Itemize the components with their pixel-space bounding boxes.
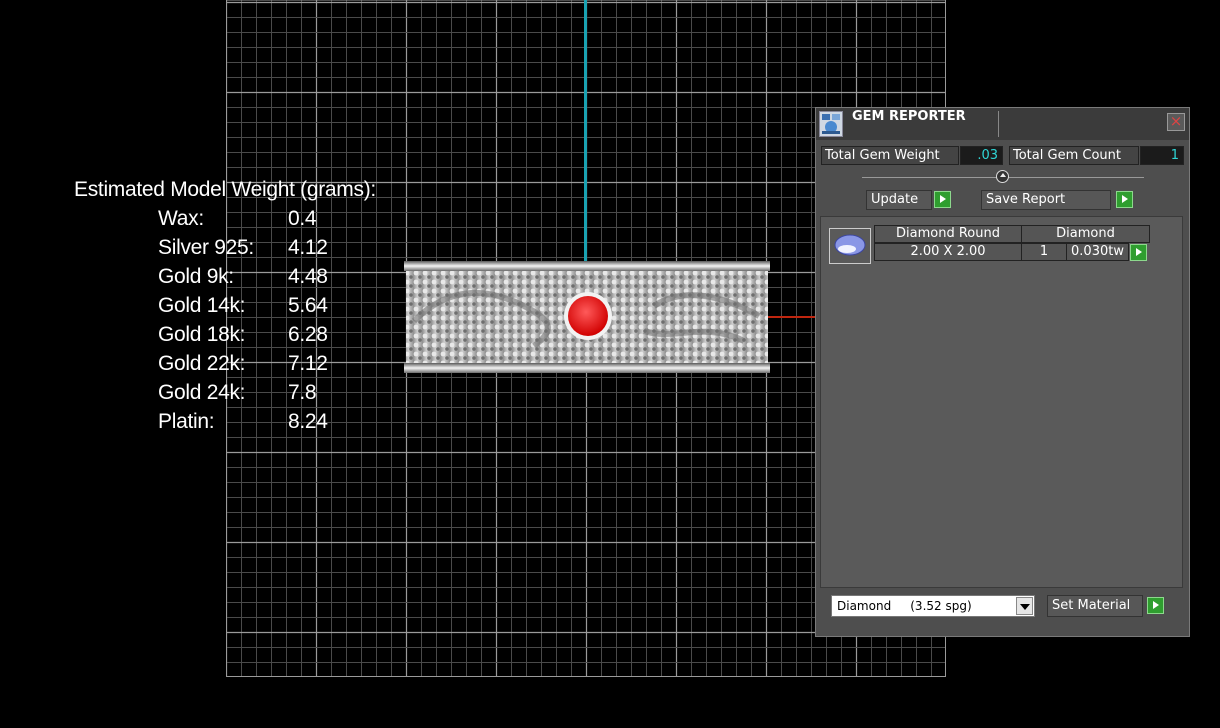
weight-row-label: Wax: (158, 207, 204, 230)
gem-thumbnail-icon (829, 228, 871, 264)
save-report-go-icon[interactable] (1116, 191, 1133, 208)
weight-row-label: Silver 925: (158, 236, 254, 259)
gem-reporter-app-icon (819, 111, 843, 137)
weight-row-label: Gold 14k: (158, 294, 246, 317)
chevron-down-icon[interactable] (1016, 597, 1033, 615)
weight-row-label: Platin: (158, 410, 215, 433)
weight-row-label: Gold 9k: (158, 265, 234, 288)
weight-title: Estimated Model Weight (grams): (74, 178, 376, 201)
weight-row-label: Gold 24k: (158, 381, 246, 404)
weight-row-value: 4.48 (288, 265, 328, 288)
weight-row-value: 5.64 (288, 294, 328, 317)
total-gem-count-label: Total Gem Count (1009, 146, 1139, 165)
total-gem-weight-label: Total Gem Weight (821, 146, 959, 165)
weight-row: Gold 14k: 5.64 (158, 291, 328, 320)
ring-model[interactable] (404, 261, 770, 373)
title-separator (998, 111, 999, 137)
gem-reporter-panel: GEM REPORTER × Total Gem Weight .03 Tota… (815, 107, 1190, 637)
weight-row-value: 8.24 (288, 410, 328, 433)
update-go-icon[interactable] (934, 191, 951, 208)
save-report-button[interactable]: Save Report (981, 190, 1111, 210)
gem-list: Diamond Round 2.00 X 2.00 Diamond 1 0.03… (820, 216, 1183, 588)
weight-row-value: 6.28 (288, 323, 328, 346)
weight-row: Silver 925: 4.12 (158, 233, 328, 262)
gem-count-cell: 1 (1021, 243, 1067, 261)
weight-row-value: 7.8 (288, 381, 317, 404)
weight-table: Wax: 0.4 Silver 925: 4.12 Gold 9k: 4.48 Gold 1… (158, 204, 328, 436)
weight-row: Gold 18k: 6.28 (158, 320, 328, 349)
total-gem-count-value: 1 (1140, 146, 1184, 165)
set-material-button[interactable]: Set Material (1047, 595, 1143, 617)
weight-row: Wax: 0.4 (158, 204, 328, 233)
weight-row: Gold 24k: 7.8 (158, 378, 328, 407)
weight-row-value: 0.4 (288, 207, 317, 230)
material-select[interactable]: Diamond (3.52 spg) (831, 595, 1035, 617)
weight-row: Gold 9k: 4.48 (158, 262, 328, 291)
update-button[interactable]: Update (866, 190, 932, 210)
weight-row-value: 7.12 (288, 352, 328, 375)
gem-weight-cell: 0.030tw (1066, 243, 1129, 261)
panel-title: GEM REPORTER (852, 109, 966, 124)
horizontal-axis (766, 316, 818, 318)
weight-row: Gold 22k: 7.12 (158, 349, 328, 378)
gem-material-cell: Diamond (1021, 225, 1150, 243)
panel-titlebar[interactable]: GEM REPORTER × (816, 108, 1189, 140)
gem-shape-cell: Diamond Round (874, 225, 1022, 243)
weight-row-label: Gold 22k: (158, 352, 246, 375)
total-gem-weight-value: .03 (960, 146, 1003, 165)
slider-handle[interactable] (996, 170, 1009, 183)
weight-row-value: 4.12 (288, 236, 328, 259)
material-select-value: Diamond (3.52 spg) (837, 599, 972, 613)
close-icon[interactable]: × (1167, 113, 1185, 131)
vertical-axis (584, 0, 587, 263)
weight-row: Platin: 8.24 (158, 407, 328, 436)
gem-row-go-icon[interactable] (1130, 244, 1147, 261)
set-material-go-icon[interactable] (1147, 597, 1164, 614)
weight-estimate-overlay: Estimated Model Weight (grams): Wax: 0.4 S… (74, 175, 376, 436)
weight-row-label: Gold 18k: (158, 323, 246, 346)
gem-size-cell: 2.00 X 2.00 (874, 243, 1022, 261)
